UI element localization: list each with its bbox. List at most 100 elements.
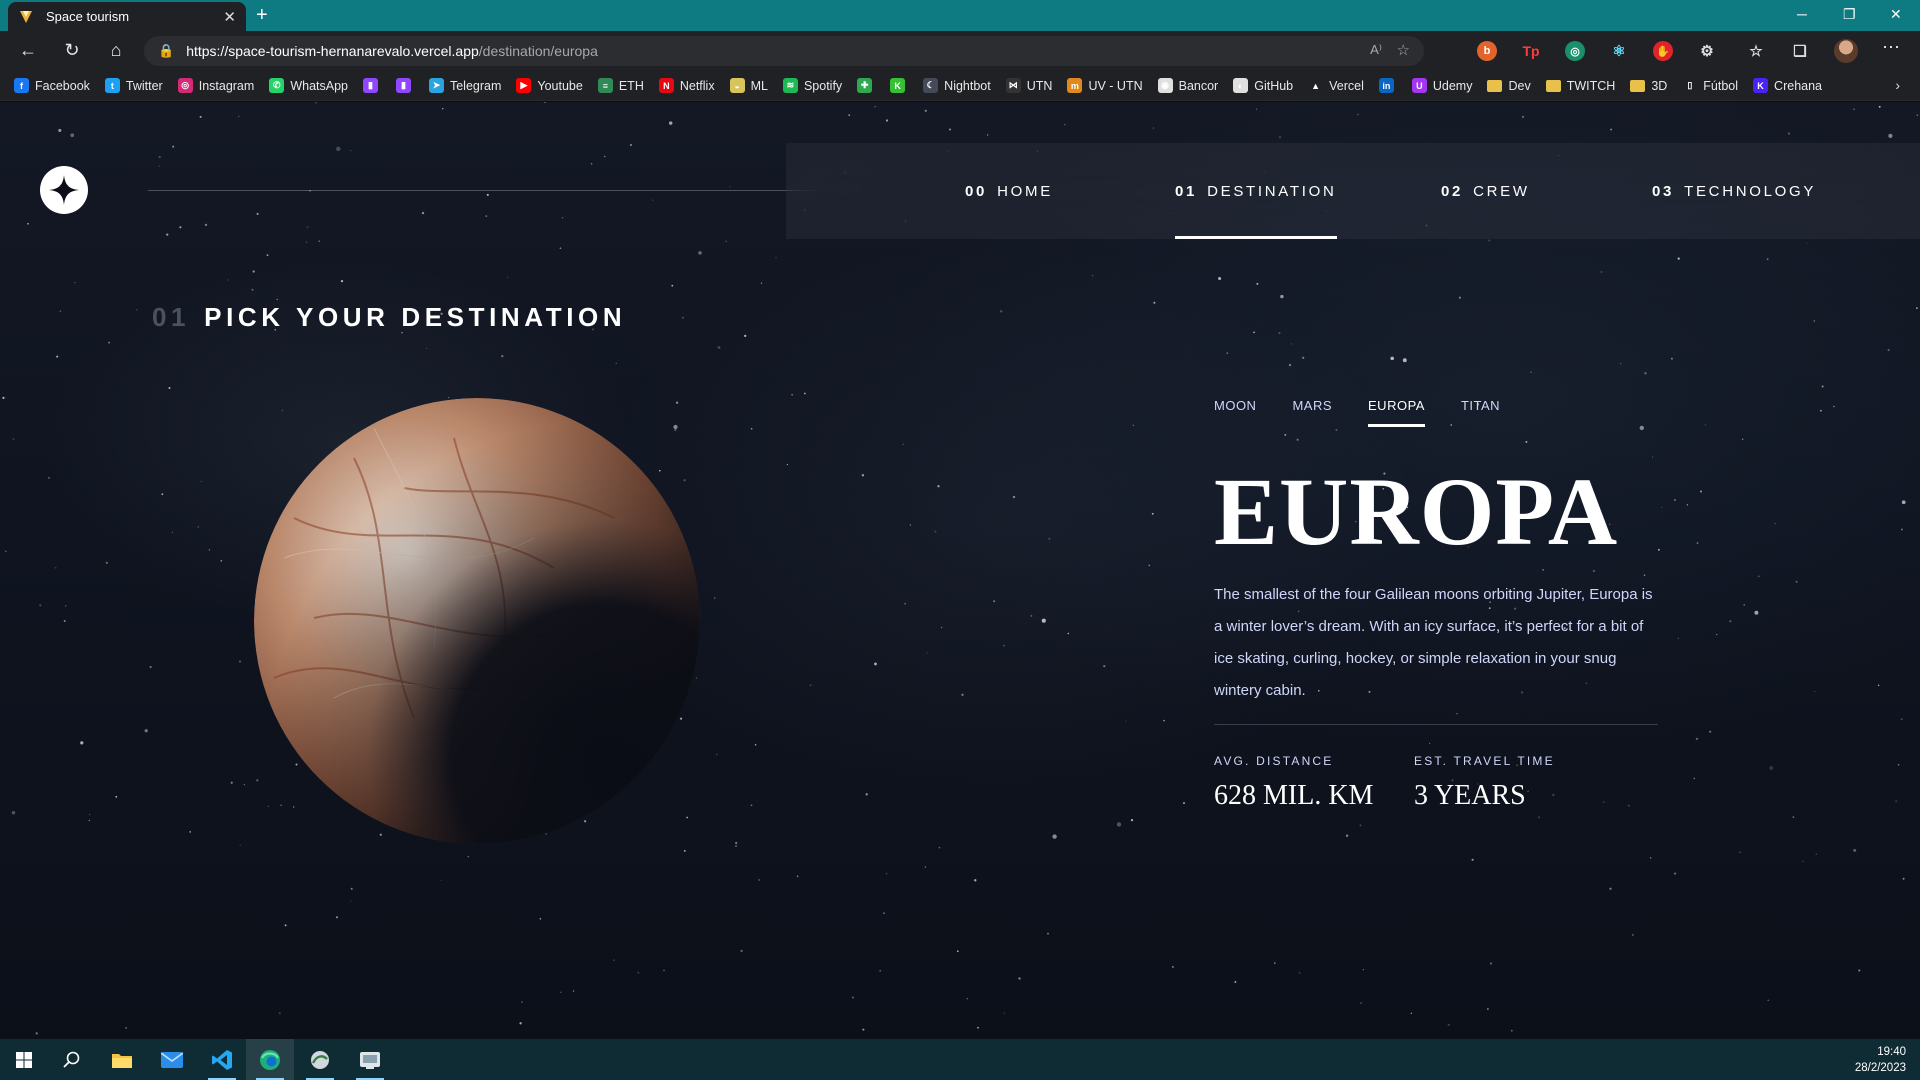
extension-icon[interactable]: ✋	[1653, 41, 1673, 61]
restore-button[interactable]: ❐	[1843, 6, 1856, 23]
bookmark-utn[interactable]: ⋈ UTN	[1005, 78, 1052, 93]
bookmark-ml[interactable]: ◒ ML	[729, 78, 768, 93]
eth-icon: ≡	[597, 78, 613, 93]
bookmark-f-tbol[interactable]: ▯ Fútbol	[1682, 78, 1738, 93]
bookmark-twitter[interactable]: t Twitter	[104, 78, 163, 93]
bookmark-eth[interactable]: ≡ ETH	[597, 78, 644, 93]
edge-icon[interactable]	[246, 1039, 294, 1080]
bookmark-instagram[interactable]: ◎ Instagram	[177, 78, 254, 93]
twitch-icon: ▮	[395, 78, 411, 93]
nav-technology[interactable]: 03 TECHNOLOGY	[1652, 143, 1816, 239]
mail-icon[interactable]	[148, 1039, 196, 1080]
bookmark-telegram[interactable]: ➤ Telegram	[428, 78, 501, 93]
telegram-icon: ➤	[428, 78, 444, 93]
react-devtools-icon[interactable]: ⚛	[1609, 41, 1629, 61]
add-favorite-icon[interactable]: ☆	[1397, 41, 1410, 59]
reload-icon[interactable]: ↻	[61, 40, 83, 61]
start-windows-icon[interactable]	[0, 1039, 48, 1080]
lock-icon[interactable]: 🔒	[158, 43, 174, 59]
bookmark-youtube[interactable]: ▶ Youtube	[516, 78, 583, 93]
crehana-icon: K	[1753, 78, 1769, 93]
new-tab-button[interactable]: +	[256, 5, 268, 25]
close-tab-icon[interactable]: ✕	[223, 8, 236, 26]
netflix-icon: N	[658, 78, 674, 93]
distance-value: 628 MIL. KM	[1214, 780, 1374, 811]
clock-date: 28/2/2023	[1854, 1062, 1906, 1074]
bookmark-crehana[interactable]: K Crehana	[1753, 78, 1822, 93]
bookmark-facebook[interactable]: f Facebook	[14, 78, 90, 93]
extension-icon[interactable]: Tp	[1521, 41, 1541, 61]
close-window-button[interactable]: ✕	[1890, 6, 1902, 23]
twitter-icon: t	[104, 78, 120, 93]
bookmark-twitch[interactable]: TWITCH	[1545, 79, 1615, 93]
travel-time-value: 3 YEARS	[1414, 780, 1526, 811]
tab-moon[interactable]: MOON	[1214, 398, 1256, 427]
favorites-icon[interactable]: ☆	[1746, 41, 1766, 61]
bookmark-github[interactable]: ◐ GitHub	[1233, 78, 1293, 93]
bookmark-netflix[interactable]: N Netflix	[658, 78, 715, 93]
back-icon[interactable]: ←	[17, 40, 39, 61]
bookmark-vercel[interactable]: ▲ Vercel	[1308, 78, 1364, 93]
linkedin-icon: in	[1378, 78, 1394, 93]
bookmark-spotify[interactable]: ≋ Spotify	[782, 78, 842, 93]
url-field[interactable]: 🔒 https://space-tourism-hernanarevalo.ve…	[144, 36, 1424, 66]
bookmark-label: WhatsApp	[290, 78, 348, 93]
bookmark-kick[interactable]: K	[890, 78, 911, 93]
moodle-icon: m	[1067, 78, 1083, 93]
bookmark-whatsapp[interactable]: ✆ WhatsApp	[269, 78, 348, 93]
profile-avatar[interactable]	[1834, 39, 1858, 63]
collections-icon[interactable]: ❏	[1790, 41, 1810, 61]
home-icon[interactable]: ⌂	[105, 40, 127, 61]
tab-titan[interactable]: TITAN	[1461, 398, 1500, 427]
browser-tab-strip: Space tourism ✕ + ─ ❐ ✕	[0, 0, 1920, 31]
nav-destination[interactable]: 01 DESTINATION	[1175, 143, 1337, 239]
bookmark-udemy[interactable]: U Udemy	[1411, 78, 1472, 93]
bookmark-puzzle[interactable]: ✚	[857, 78, 878, 93]
europa-planet-image	[254, 398, 700, 844]
browser-tab[interactable]: Space tourism ✕	[8, 2, 246, 31]
bookmark-3d[interactable]: 3D	[1630, 79, 1667, 93]
bookmark-label: Twitter	[125, 78, 163, 93]
distance-label: AVG. DISTANCE	[1214, 754, 1334, 768]
file-explorer-icon[interactable]	[98, 1039, 146, 1080]
extension-icon[interactable]: b	[1477, 41, 1497, 61]
nav-number: 03	[1652, 182, 1675, 200]
tab-europa[interactable]: EUROPA	[1368, 398, 1425, 427]
vscode-icon[interactable]	[198, 1039, 246, 1080]
bookmark-label: GitHub	[1254, 78, 1294, 93]
bookmark-nightbot[interactable]: ☾ Nightbot	[923, 78, 991, 93]
main-nav: 00 HOME 01 DESTINATION 02 CREW 03 TECHNOLOGY	[786, 143, 1920, 239]
puzzle-icon: ✚	[857, 78, 873, 93]
bookmark-linkedin[interactable]: in	[1378, 78, 1400, 93]
nav-home[interactable]: 00 HOME	[965, 143, 1053, 239]
destination-name: EUROPA	[1214, 458, 1619, 565]
github-icon: ◐	[1233, 78, 1249, 93]
bookmark-twitch[interactable]: ▮	[395, 78, 417, 93]
bookmark-twitch[interactable]: ▮	[362, 78, 384, 93]
bookmark-bancor[interactable]: ◉ Bancor	[1157, 78, 1218, 93]
extensions-puzzle-icon[interactable]: ⚙	[1697, 41, 1717, 61]
nav-crew[interactable]: 02 CREW	[1441, 143, 1530, 239]
read-aloud-icon[interactable]: A⁾	[1370, 42, 1382, 58]
system-clock[interactable]: 19:40 28/2/2023	[1855, 1044, 1906, 1076]
bookmark-label: 3D	[1651, 78, 1668, 93]
vercel-icon: ▲	[1308, 78, 1324, 93]
tab-mars[interactable]: MARS	[1292, 398, 1332, 427]
bookmarks-overflow-icon[interactable]: ›	[1895, 77, 1900, 93]
app-icon[interactable]	[296, 1039, 344, 1080]
logo-icon[interactable]	[40, 166, 88, 214]
bookmark-dev[interactable]: Dev	[1487, 79, 1531, 93]
tab-title: Space tourism	[46, 9, 130, 24]
extension-icon[interactable]: ◎	[1565, 41, 1585, 61]
app-icon[interactable]	[346, 1039, 394, 1080]
nav-label: DESTINATION	[1207, 182, 1337, 200]
bookmark-label: ETH	[618, 78, 644, 93]
bookmark-uv-utn[interactable]: m UV - UTN	[1067, 78, 1143, 93]
mercadolibre-icon: ◒	[729, 78, 745, 93]
settings-menu-icon[interactable]: ⋯	[1880, 37, 1902, 58]
minimize-button[interactable]: ─	[1797, 6, 1807, 22]
search-icon[interactable]	[48, 1039, 96, 1080]
header-divider	[148, 190, 820, 191]
nav-number: 01	[1175, 182, 1198, 200]
bookmark-label: Fútbol	[1703, 78, 1739, 93]
